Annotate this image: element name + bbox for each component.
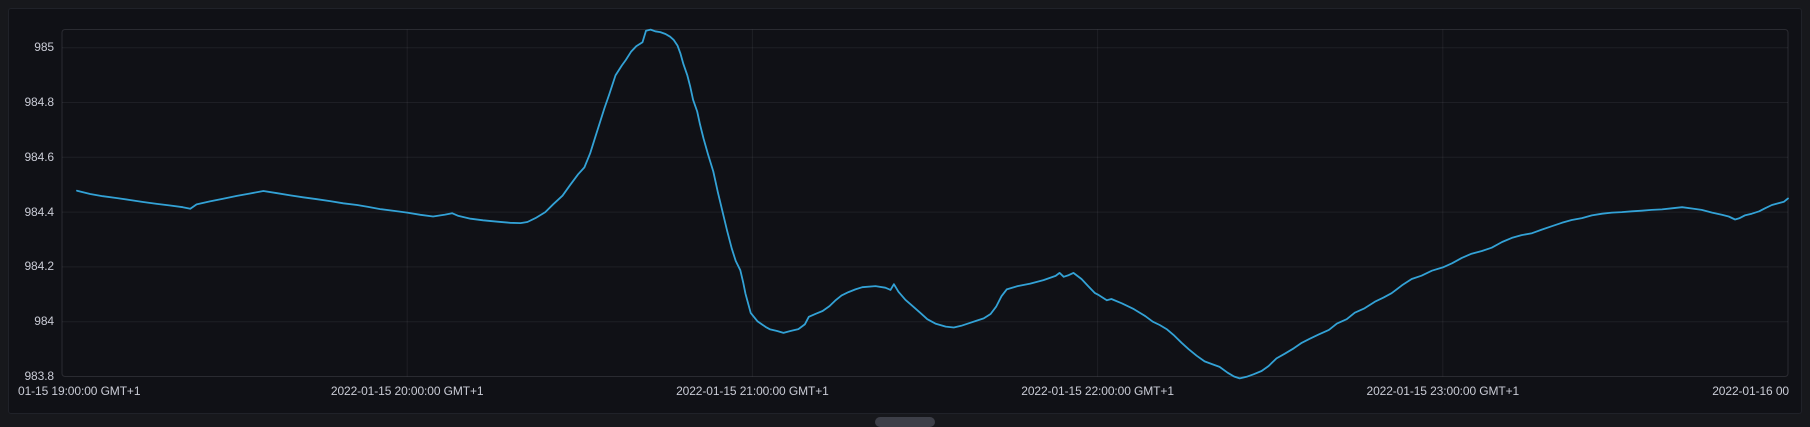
panel-resize-handle[interactable] [875,417,935,427]
x-axis-tick-label: 2022-01-15 21:00:00 GMT+1 [676,384,829,399]
plot-area-border[interactable] [62,30,1788,377]
x-axis-tick-label: 2022-01-15 22:00:00 GMT+1 [1021,384,1174,399]
timeseries-plot [0,0,1810,422]
series-line [77,30,1788,379]
y-axis-tick-label: 984.2 [6,259,54,274]
y-axis-tick-label: 984.6 [6,150,54,165]
x-axis-tick-label: 2022-01-15 23:00:00 GMT+1 [1366,384,1519,399]
x-axis-tick-label: 01-15 19:00:00 GMT+1 [18,384,140,399]
y-axis-tick-label: 984.8 [6,95,54,110]
x-axis-tick-label: 2022-01-15 20:00:00 GMT+1 [331,384,484,399]
y-axis-tick-label: 983.8 [6,369,54,384]
y-axis-tick-label: 985 [6,40,54,55]
x-axis-tick-label: 2022-01-16 00 [1712,384,1789,399]
y-axis-tick-label: 984.4 [6,205,54,220]
y-axis-tick-label: 984 [6,314,54,329]
